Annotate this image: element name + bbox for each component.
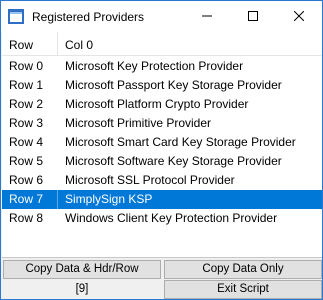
list-rows: Row 0 Microsoft Key Protection Provider … <box>2 57 322 228</box>
provider-name: Microsoft Passport Key Storage Provider <box>65 78 282 92</box>
close-icon <box>293 10 305 24</box>
table-row[interactable]: Row 4 Microsoft Smart Card Key Storage P… <box>2 133 322 152</box>
table-row-selected[interactable]: Row 7 SimplySign KSP <box>2 190 322 209</box>
close-button[interactable] <box>276 1 322 32</box>
exit-script-button[interactable]: Exit Script <box>164 280 322 299</box>
provider-name: Microsoft Key Protection Provider <box>65 59 244 73</box>
provider-name: Microsoft Primitive Provider <box>65 116 212 130</box>
provider-name: SimplySign KSP <box>58 190 322 209</box>
column-header-row[interactable]: Row <box>2 32 58 56</box>
table-row[interactable]: Row 3 Microsoft Primitive Provider <box>2 114 322 133</box>
window-app-icon <box>8 9 24 24</box>
row-label: Row 2 <box>9 97 44 111</box>
table-row[interactable]: Row 8 Windows Client Key Protection Prov… <box>2 209 322 228</box>
list-header: Row Col 0 <box>2 32 322 56</box>
providers-list[interactable]: Row Col 0 Row 0 Microsoft Key Protection… <box>2 32 322 258</box>
row-label: Row 4 <box>9 135 44 149</box>
table-row[interactable]: Row 2 Microsoft Platform Crypto Provider <box>2 95 322 114</box>
row-label: Row 6 <box>9 173 44 187</box>
app-window: Registered Providers Row Col 0 Row 0 Mic… <box>0 0 323 300</box>
column-header-col0[interactable]: Col 0 <box>58 32 322 56</box>
minimize-icon <box>202 10 212 24</box>
table-row[interactable]: Row 0 Microsoft Key Protection Provider <box>2 57 322 76</box>
window-title: Registered Providers <box>32 10 145 24</box>
provider-name: Microsoft Smart Card Key Storage Provide… <box>65 135 296 149</box>
copy-data-only-button[interactable]: Copy Data Only <box>164 260 322 279</box>
row-count-status: [9] <box>75 283 89 295</box>
row-label: Row 8 <box>9 211 44 225</box>
row-label: Row 0 <box>9 59 44 73</box>
provider-name: Microsoft Platform Crypto Provider <box>65 97 249 111</box>
maximize-icon <box>248 10 258 24</box>
minimize-button[interactable] <box>184 1 230 32</box>
provider-name: Windows Client Key Protection Provider <box>65 211 278 225</box>
row-label: Row 5 <box>9 154 44 168</box>
row-label: Row 7 <box>2 190 58 209</box>
table-row[interactable]: Row 5 Microsoft Software Key Storage Pro… <box>2 152 322 171</box>
provider-name: Microsoft Software Key Storage Provider <box>65 154 282 168</box>
provider-name: Microsoft SSL Protocol Provider <box>65 173 235 187</box>
table-row[interactable]: Row 1 Microsoft Passport Key Storage Pro… <box>2 76 322 95</box>
title-bar[interactable]: Registered Providers <box>1 1 322 32</box>
table-row[interactable]: Row 6 Microsoft SSL Protocol Provider <box>2 171 322 190</box>
row-label: Row 1 <box>9 78 44 92</box>
maximize-button[interactable] <box>230 1 276 32</box>
row-label: Row 3 <box>9 116 44 130</box>
copy-data-hdr-row-button[interactable]: Copy Data & Hdr/Row <box>3 260 161 279</box>
